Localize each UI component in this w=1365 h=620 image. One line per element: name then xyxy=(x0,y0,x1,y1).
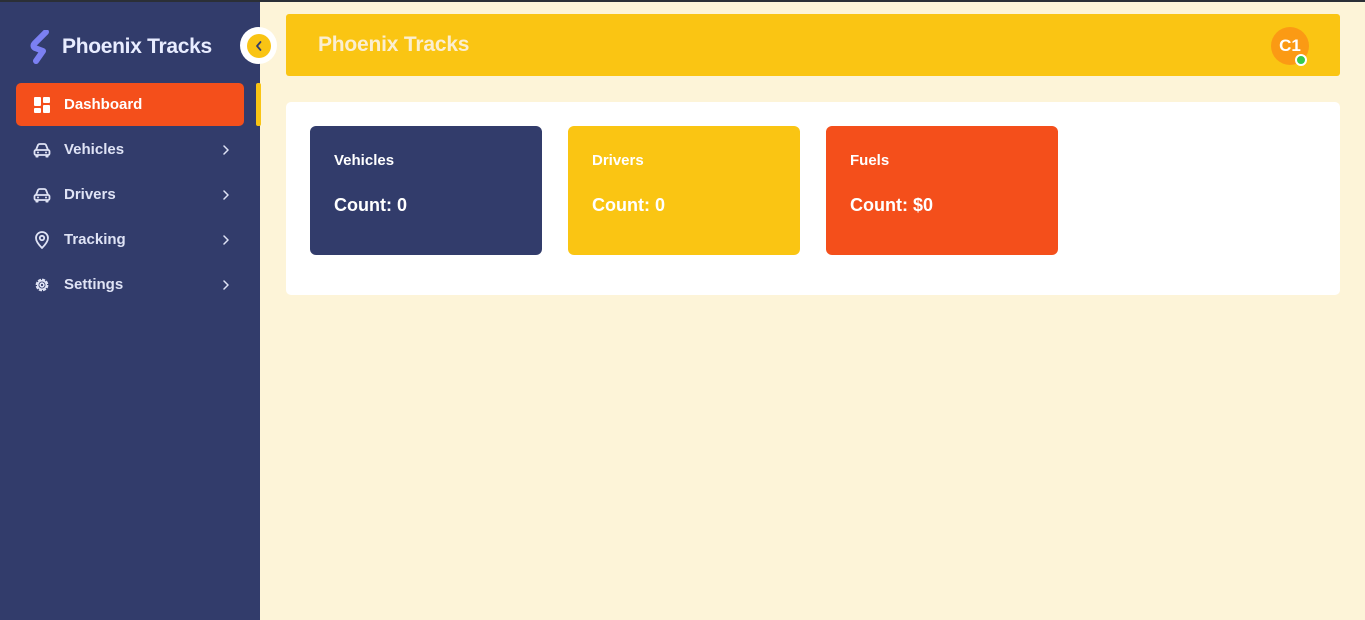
map-pin-icon xyxy=(33,230,51,249)
stat-card-count: Count: 0 xyxy=(592,195,665,215)
page-title: Phoenix Tracks xyxy=(318,33,470,56)
dashboard-grid-icon xyxy=(33,96,51,114)
stat-card-title: Vehicles xyxy=(334,152,395,169)
chevron-right-icon xyxy=(220,189,232,201)
chevron-right-icon xyxy=(220,144,232,156)
sidebar-item-drivers[interactable]: Drivers xyxy=(16,173,244,216)
sidebar-collapse-button[interactable] xyxy=(240,27,277,64)
sidebar-item-dashboard[interactable]: Dashboard xyxy=(16,83,244,126)
brand[interactable]: Phoenix Tracks xyxy=(30,30,212,64)
brand-name: Phoenix Tracks xyxy=(62,35,212,58)
sidebar-item-settings[interactable]: Settings xyxy=(16,263,244,306)
sidebar-item-vehicles[interactable]: Vehicles xyxy=(16,128,244,171)
chevron-right-icon xyxy=(220,234,232,246)
chevron-right-icon xyxy=(220,279,232,291)
stat-card-count: Count: 0 xyxy=(334,195,407,215)
sidebar-item-label: Dashboard xyxy=(64,96,143,113)
sidebar-item-label: Drivers xyxy=(64,186,116,203)
s-logo-icon xyxy=(30,30,54,64)
car-icon xyxy=(33,141,51,159)
stat-card-count: Count: $0 xyxy=(850,195,933,215)
sidebar-item-tracking[interactable]: Tracking xyxy=(16,218,244,261)
stat-card-vehicles[interactable]: Vehicles Count: 0 xyxy=(310,126,542,255)
window-top-border xyxy=(0,0,1365,2)
top-header: Phoenix Tracks C1 xyxy=(286,14,1340,76)
online-status-dot xyxy=(1295,54,1307,66)
stats-panel: Vehicles Count: 0 Drivers Count: 0 Fuels… xyxy=(286,102,1340,295)
sidebar-nav: Dashboard Vehicles Drivers Tracking Sett… xyxy=(16,83,244,308)
stat-card-title: Fuels xyxy=(850,152,890,169)
active-indicator xyxy=(256,83,261,126)
stat-card-fuels[interactable]: Fuels Count: $0 xyxy=(826,126,1058,255)
sidebar-item-label: Vehicles xyxy=(64,141,125,158)
chevron-left-icon xyxy=(246,33,271,58)
gear-icon xyxy=(33,276,51,294)
car-icon xyxy=(33,186,51,204)
stat-card-title: Drivers xyxy=(592,152,644,169)
sidebar-item-label: Settings xyxy=(64,276,124,293)
sidebar-item-label: Tracking xyxy=(64,231,126,248)
sidebar: Phoenix Tracks Dashboard Vehicles Driver… xyxy=(0,0,261,620)
stat-card-drivers[interactable]: Drivers Count: 0 xyxy=(568,126,800,255)
